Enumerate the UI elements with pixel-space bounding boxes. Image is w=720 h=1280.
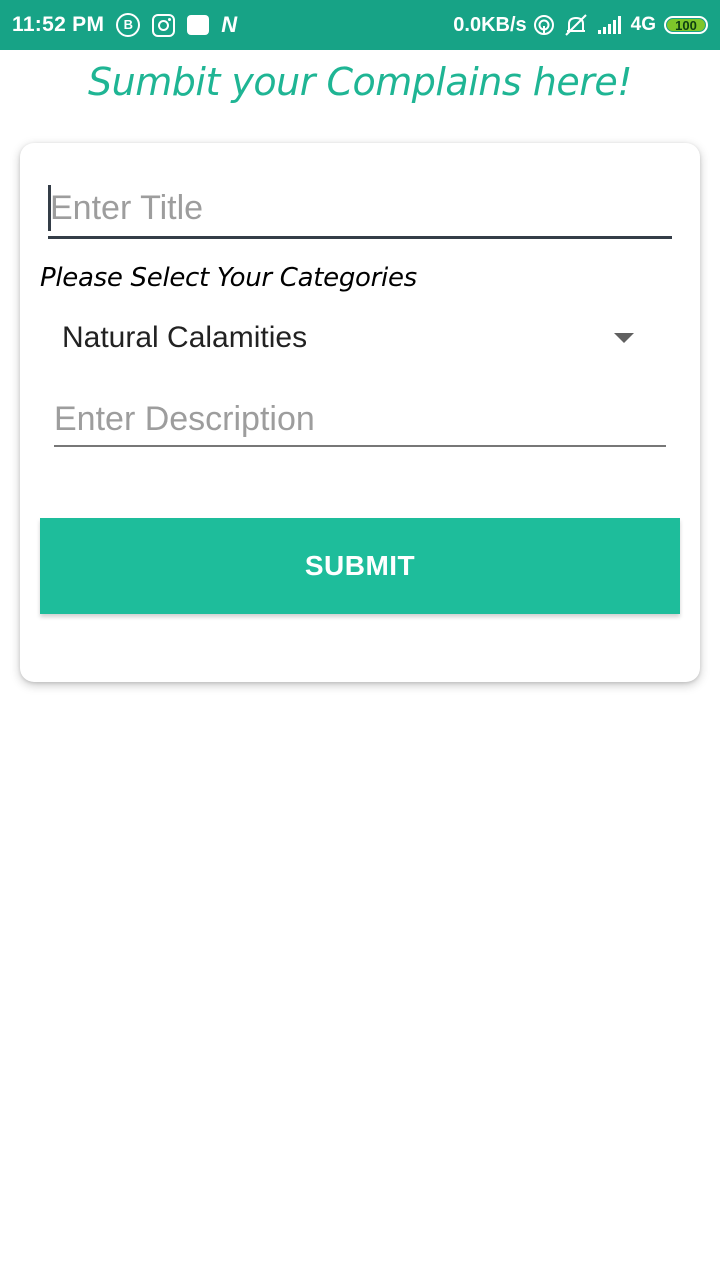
submit-button[interactable]: SUBMIT xyxy=(40,518,680,614)
instagram-icon xyxy=(152,13,176,37)
alarm-off-icon xyxy=(563,13,589,37)
status-bar-right: 0.0KB/s 4G 100 xyxy=(453,13,708,37)
battery-level: 100 xyxy=(675,17,697,33)
network-type: 4G xyxy=(630,14,656,35)
hotspot-icon xyxy=(533,14,555,36)
battery-icon: 100 xyxy=(664,16,708,34)
description-input[interactable] xyxy=(54,393,666,447)
notification-box-icon xyxy=(187,15,210,35)
title-input[interactable] xyxy=(48,181,672,239)
status-time: 11:52 PM xyxy=(12,13,105,36)
text-cursor xyxy=(48,185,51,231)
category-label: Please Select Your Categories xyxy=(40,263,417,293)
category-dropdown[interactable]: Natural Calamities xyxy=(52,313,652,363)
complaint-form-card: Please Select Your Categories Natural Ca… xyxy=(20,143,700,682)
dropdown-arrow-icon xyxy=(614,333,634,343)
signal-icon xyxy=(597,15,623,35)
n-icon: N xyxy=(221,12,238,37)
page-title: Sumbit your Complains here! xyxy=(88,60,632,104)
network-speed: 0.0KB/s xyxy=(453,13,527,36)
status-bar-left: 11:52 PM B N xyxy=(12,12,249,38)
category-selected-value: Natural Calamities xyxy=(62,321,308,354)
b-circle-icon: B xyxy=(116,13,141,37)
status-bar: 11:52 PM B N 0.0KB/s 4G 100 xyxy=(0,0,720,50)
